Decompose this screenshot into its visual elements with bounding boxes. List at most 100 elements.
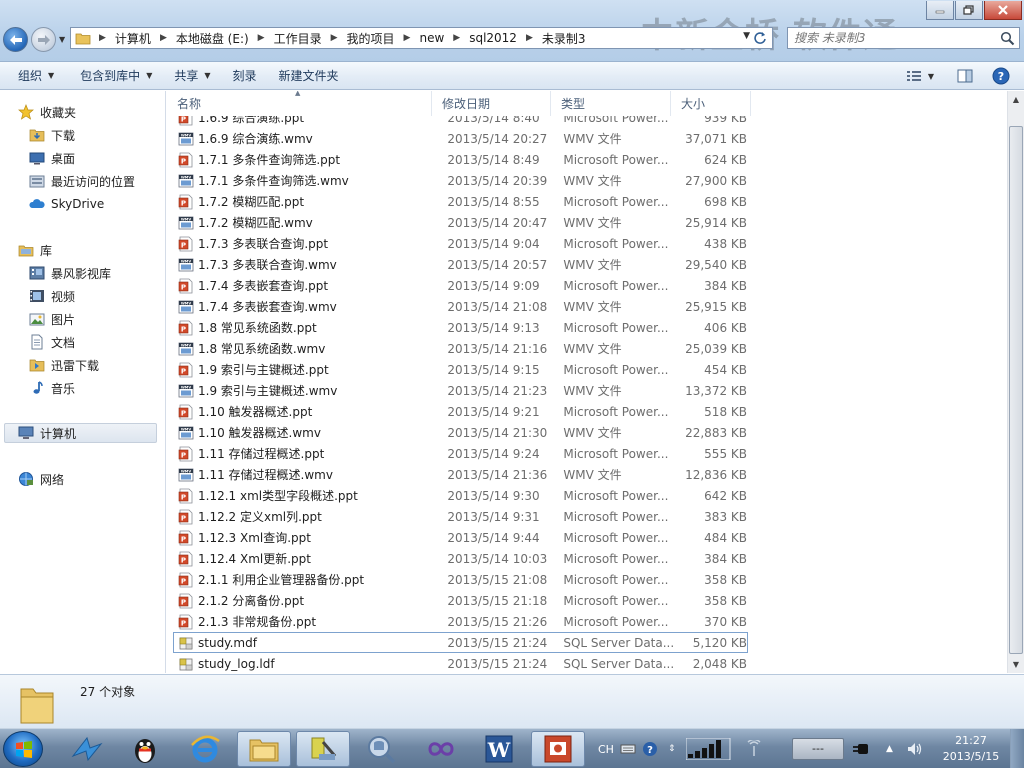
nav-xunlei-downloads[interactable]: 迅雷下载 bbox=[29, 355, 99, 375]
file-row[interactable]: WMV 1.8 常见系统函数.wmv 2013/5/14 21:16 WMV 文件 25… bbox=[173, 338, 748, 359]
breadcrumb-separator[interactable]: ▶ bbox=[331, 33, 338, 43]
recent-pages-dropdown[interactable]: ▼ bbox=[59, 35, 65, 44]
taskbar-app-ie[interactable] bbox=[178, 731, 232, 767]
column-type[interactable]: 类型 bbox=[551, 91, 671, 116]
view-options-button[interactable]: ▼ bbox=[900, 65, 940, 87]
vertical-scrollbar[interactable]: ▲ ▼ bbox=[1007, 91, 1024, 673]
file-row[interactable]: P 1.12.3 Xml查询.ppt 2013/5/14 9:44 Microsoft… bbox=[173, 527, 748, 548]
power-plug-icon[interactable] bbox=[852, 729, 870, 768]
wireless-icon[interactable] bbox=[746, 729, 762, 768]
file-row[interactable]: WMV 1.10 触发器概述.wmv 2013/5/14 21:30 WMV 文件 22… bbox=[173, 422, 748, 443]
nav-music[interactable]: 音乐 bbox=[29, 378, 75, 398]
column-date[interactable]: 修改日期 bbox=[432, 91, 551, 116]
breadcrumb-separator[interactable]: ▶ bbox=[526, 33, 533, 43]
nav-documents[interactable]: 文档 bbox=[29, 332, 75, 352]
nav-recent-places[interactable]: 最近访问的位置 bbox=[29, 171, 135, 191]
address-bar[interactable]: ▶ 计算机 ▶ 本地磁盘 (E:) ▶ 工作目录 ▶ 我的项目 ▶ new ▶ … bbox=[70, 27, 773, 49]
file-row[interactable]: study.mdf 2013/5/15 21:24 SQL Server Data.… bbox=[173, 632, 748, 653]
nav-computer[interactable]: 计算机 bbox=[4, 423, 157, 443]
start-button[interactable] bbox=[3, 731, 43, 767]
preview-pane-button[interactable] bbox=[954, 65, 976, 87]
taskbar-app-feiyu[interactable] bbox=[60, 731, 114, 767]
scroll-thumb[interactable] bbox=[1009, 126, 1023, 654]
taskbar-app-word[interactable]: W bbox=[472, 731, 526, 767]
keyboard-icon[interactable] bbox=[620, 729, 636, 768]
search-box[interactable] bbox=[787, 27, 1020, 49]
taskbar-app-sql-management[interactable] bbox=[354, 731, 408, 767]
breadcrumb-local-disk[interactable]: 本地磁盘 (E:) bbox=[176, 30, 249, 47]
file-row[interactable]: P 1.10 触发器概述.ppt 2013/5/14 9:21 Microsoft P… bbox=[173, 401, 748, 422]
forward-button[interactable] bbox=[31, 27, 56, 52]
file-row[interactable]: WMV 1.6.9 综合演练.wmv 2013/5/14 20:27 WMV 文件 37… bbox=[173, 128, 748, 149]
nav-skydrive[interactable]: SkyDrive bbox=[29, 194, 104, 214]
nav-desktop[interactable]: 桌面 bbox=[29, 148, 75, 168]
nav-network[interactable]: 网络 bbox=[18, 469, 64, 489]
search-input[interactable] bbox=[794, 31, 984, 45]
include-in-library-menu[interactable]: 包含到库中 ▼ bbox=[72, 64, 160, 88]
file-row[interactable]: P 1.9 索引与主键概述.ppt 2013/5/14 9:15 Microsoft … bbox=[173, 359, 748, 380]
taskbar-app-visual-studio[interactable] bbox=[414, 731, 468, 767]
battery-widget[interactable]: --- bbox=[792, 729, 844, 768]
taskbar-app-explorer[interactable] bbox=[237, 731, 291, 767]
nav-libraries[interactable]: 库 bbox=[18, 240, 52, 260]
file-row[interactable]: P 2.1.3 非常规备份.ppt 2013/5/15 21:26 Microsoft… bbox=[173, 611, 748, 632]
breadcrumb-my-project[interactable]: 我的项目 bbox=[347, 30, 395, 47]
back-button[interactable] bbox=[3, 27, 28, 52]
refresh-icon[interactable] bbox=[752, 30, 768, 46]
ime-indicator[interactable]: CH bbox=[598, 729, 614, 768]
show-desktop-button[interactable] bbox=[1010, 729, 1024, 768]
breadcrumb-separator[interactable]: ▶ bbox=[160, 33, 167, 43]
burn-button[interactable]: 刻录 bbox=[225, 64, 265, 88]
nav-videos[interactable]: 视频 bbox=[29, 286, 75, 306]
minimize-button[interactable] bbox=[926, 1, 954, 20]
new-folder-button[interactable]: 新建文件夹 bbox=[271, 64, 347, 88]
scroll-down-icon[interactable]: ▼ bbox=[1008, 656, 1024, 673]
taskbar-app-qq[interactable] bbox=[118, 731, 172, 767]
nav-pictures[interactable]: 图片 bbox=[29, 309, 75, 329]
file-row[interactable]: P 1.7.2 模糊匹配.ppt 2013/5/14 8:55 Microsoft P… bbox=[173, 191, 748, 212]
file-row[interactable]: WMV 1.7.2 模糊匹配.wmv 2013/5/14 20:47 WMV 文件 25… bbox=[173, 212, 748, 233]
help-button[interactable]: ? bbox=[990, 65, 1012, 87]
show-hidden-icons-icon[interactable]: ▲ bbox=[886, 729, 893, 768]
taskbar-app-powerpoint[interactable] bbox=[531, 731, 585, 767]
breadcrumb-separator[interactable]: ▶ bbox=[99, 33, 106, 43]
system-clock[interactable]: 21:27 2013/5/15 bbox=[938, 733, 1004, 765]
file-row[interactable]: P 1.12.2 定义xml列.ppt 2013/5/14 9:31 Microsof… bbox=[173, 506, 748, 527]
breadcrumb-work-dir[interactable]: 工作目录 bbox=[274, 30, 322, 47]
breadcrumb-current[interactable]: 未录制3 bbox=[542, 30, 586, 47]
nav-storm-library[interactable]: 暴风影视库 bbox=[29, 263, 111, 283]
ime-help-icon[interactable]: ? bbox=[642, 729, 658, 768]
file-row[interactable]: P 1.7.1 多条件查询筛选.ppt 2013/5/14 8:49 Microsof… bbox=[173, 149, 748, 170]
file-row[interactable]: P 1.7.4 多表嵌套查询.ppt 2013/5/14 9:09 Microsoft… bbox=[173, 275, 748, 296]
taskbar-app-sql-tool[interactable] bbox=[296, 731, 350, 767]
breadcrumb-computer[interactable]: 计算机 bbox=[115, 30, 151, 47]
file-row[interactable]: study_log.ldf 2013/5/15 21:24 SQL Server D… bbox=[173, 653, 748, 673]
scroll-up-icon[interactable]: ▲ bbox=[1008, 91, 1024, 108]
address-dropdown[interactable]: ▼ bbox=[743, 31, 750, 41]
file-row[interactable]: WMV 1.7.1 多条件查询筛选.wmv 2013/5/14 20:39 WMV 文… bbox=[173, 170, 748, 191]
nav-downloads[interactable]: 下载 bbox=[29, 125, 75, 145]
maximize-button[interactable] bbox=[955, 1, 983, 20]
nav-favorites[interactable]: 收藏夹 bbox=[18, 102, 76, 122]
close-button[interactable] bbox=[984, 1, 1022, 20]
volume-icon[interactable] bbox=[906, 729, 924, 768]
file-row[interactable]: P 1.8 常见系统函数.ppt 2013/5/14 9:13 Microsoft P… bbox=[173, 317, 748, 338]
breadcrumb-separator[interactable]: ▶ bbox=[404, 33, 411, 43]
file-row[interactable]: WMV 1.7.3 多表联合查询.wmv 2013/5/14 20:57 WMV 文件… bbox=[173, 254, 748, 275]
file-row[interactable]: P 1.11 存储过程概述.ppt 2013/5/14 9:24 Microsoft … bbox=[173, 443, 748, 464]
file-row[interactable]: WMV 1.7.4 多表嵌套查询.wmv 2013/5/14 21:08 WMV 文件… bbox=[173, 296, 748, 317]
search-icon[interactable] bbox=[1000, 31, 1015, 46]
breadcrumb-separator[interactable]: ▶ bbox=[453, 33, 460, 43]
column-size[interactable]: 大小 bbox=[671, 91, 751, 116]
file-row[interactable]: P 1.12.4 Xml更新.ppt 2013/5/14 10:03 Microsof… bbox=[173, 548, 748, 569]
organize-menu[interactable]: 组织 ▼ bbox=[10, 64, 62, 88]
file-row[interactable]: WMV 1.9 索引与主键概述.wmv 2013/5/14 21:23 WMV 文件 1… bbox=[173, 380, 748, 401]
file-row[interactable]: P 1.7.3 多表联合查询.ppt 2013/5/14 9:04 Microsoft… bbox=[173, 233, 748, 254]
breadcrumb-sql2012[interactable]: sql2012 bbox=[469, 31, 517, 45]
file-row[interactable]: P 2.1.1 利用企业管理器备份.ppt 2013/5/15 21:08 Micro… bbox=[173, 569, 748, 590]
file-row[interactable]: WMV 1.11 存储过程概述.wmv 2013/5/14 21:36 WMV 文件 1… bbox=[173, 464, 748, 485]
breadcrumb-new[interactable]: new bbox=[419, 31, 444, 45]
file-row[interactable]: P 2.1.2 分离备份.ppt 2013/5/15 21:18 Microsoft … bbox=[173, 590, 748, 611]
file-row[interactable]: P 1.12.1 xml类型字段概述.ppt 2013/5/14 9:30 Micro… bbox=[173, 485, 748, 506]
share-menu[interactable]: 共享 ▼ bbox=[166, 64, 218, 88]
